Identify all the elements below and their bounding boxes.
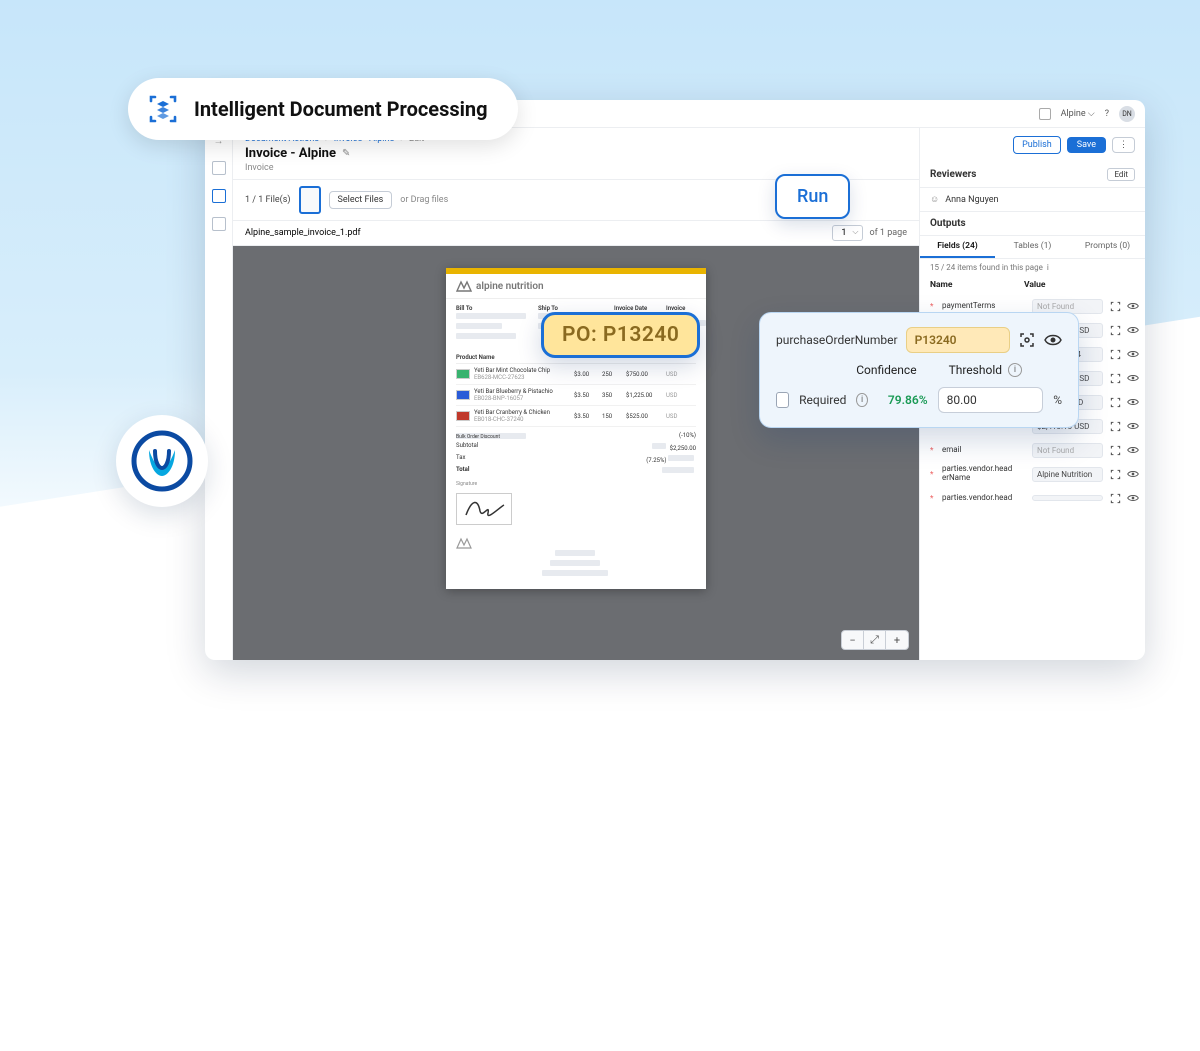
- reviewer-name: Anna Nguyen: [945, 195, 998, 205]
- threshold-input[interactable]: 80.00: [938, 387, 1044, 413]
- field-value-input[interactable]: P13240: [906, 327, 1010, 353]
- confidence-value: 79.86%: [888, 393, 928, 407]
- invoice-line: Yeti Bar Blueberry & PistachioEB028-BNP-…: [456, 385, 696, 406]
- invoice-line: Yeti Bar Mint Chocolate ChipEB628-MCC-27…: [456, 364, 696, 385]
- locate-icon[interactable]: [1109, 468, 1121, 480]
- locate-icon[interactable]: [1109, 396, 1121, 408]
- outputs-title: Outputs: [930, 218, 966, 229]
- zoom-controls: − ⤢ +: [841, 630, 909, 650]
- threshold-label: Threshold: [949, 363, 1002, 377]
- product-header: Product Name: [456, 354, 556, 361]
- invoice-date-label: Invoice Date: [614, 305, 656, 312]
- idp-icon: [146, 92, 180, 126]
- field-row: *parties.vendor.head: [920, 486, 1145, 510]
- signature-label: Signature: [446, 481, 706, 487]
- publish-button[interactable]: Publish: [1013, 136, 1061, 154]
- invoice-line: Yeti Bar Cranberry & ChickenEB018-CHC-37…: [456, 406, 696, 427]
- field-value[interactable]: Alpine Nutrition: [1032, 467, 1103, 482]
- file-thumbnail[interactable]: [299, 186, 321, 214]
- required-label: Required: [799, 393, 846, 407]
- locate-icon[interactable]: [1109, 348, 1121, 360]
- field-name: paymentTerms: [942, 302, 1026, 311]
- save-button[interactable]: Save: [1067, 137, 1106, 153]
- eye-icon[interactable]: [1127, 396, 1139, 408]
- eye-icon[interactable]: [1127, 348, 1139, 360]
- required-checkbox[interactable]: [776, 392, 789, 408]
- confidence-label: Confidence: [856, 363, 916, 377]
- extraction-card: purchaseOrderNumber P13240 Confidence Th…: [759, 312, 1079, 428]
- window-control-icon[interactable]: [1039, 108, 1051, 120]
- eye-icon[interactable]: [1127, 444, 1139, 456]
- vendor-logo-icon: [456, 280, 472, 292]
- ship-to-label: Ship To: [538, 305, 604, 312]
- threshold-info-icon[interactable]: i: [1008, 363, 1022, 377]
- locate-icon[interactable]: [1109, 492, 1121, 504]
- locate-icon[interactable]: [1109, 300, 1121, 312]
- idp-title: Intelligent Document Processing: [194, 97, 488, 121]
- percent-suffix: %: [1053, 393, 1062, 407]
- field-value[interactable]: [1032, 495, 1103, 501]
- run-button[interactable]: Run: [775, 174, 850, 219]
- locate-icon[interactable]: [1109, 444, 1121, 456]
- required-info-icon[interactable]: i: [856, 393, 868, 407]
- rail-item-2[interactable]: [212, 189, 226, 203]
- tab-prompts[interactable]: Prompts (0): [1070, 236, 1145, 258]
- scan-icon[interactable]: [1018, 331, 1036, 349]
- page-select[interactable]: 1: [832, 225, 863, 241]
- eye-icon[interactable]: [1127, 468, 1139, 480]
- reviewers-title: Reviewers: [930, 169, 976, 180]
- signature-box: [456, 493, 512, 525]
- avatar[interactable]: DN: [1119, 106, 1135, 122]
- field-row: *parties.vendor.head erNameAlpine Nutrit…: [920, 462, 1145, 486]
- drag-hint: or Drag files: [400, 195, 448, 205]
- page-title: Invoice - Alpine: [245, 146, 336, 161]
- eye-icon[interactable]: [1127, 372, 1139, 384]
- vendor-name: alpine nutrition: [476, 281, 544, 292]
- document-viewer: alpine nutrition Bill To Ship To: [233, 246, 919, 660]
- edit-title-icon[interactable]: ✎: [342, 148, 350, 159]
- field-value[interactable]: Not Found: [1032, 443, 1103, 458]
- field-name: email: [942, 446, 1026, 455]
- field-name: parties.vendor.head: [942, 494, 1026, 503]
- open-file-tab[interactable]: Alpine_sample_invoice_1.pdf: [245, 228, 361, 238]
- eye-icon[interactable]: [1127, 492, 1139, 504]
- zoom-out-button[interactable]: −: [842, 631, 864, 649]
- rail-item-1[interactable]: [212, 161, 226, 175]
- visibility-icon[interactable]: [1044, 331, 1062, 349]
- eye-icon[interactable]: [1127, 300, 1139, 312]
- locate-icon[interactable]: [1109, 372, 1121, 384]
- file-counter: 1 / 1 File(s): [245, 195, 291, 205]
- help-icon[interactable]: ?: [1105, 109, 1109, 119]
- account-switcher[interactable]: Alpine ⌵: [1061, 109, 1095, 119]
- left-rail: →: [205, 128, 233, 660]
- edit-reviewers-button[interactable]: Edit: [1107, 168, 1135, 181]
- zoom-fit-button[interactable]: ⤢: [864, 631, 886, 649]
- col-name: Name: [930, 280, 1024, 290]
- idp-chip: Intelligent Document Processing: [128, 78, 518, 140]
- field-key: purchaseOrderNumber: [776, 333, 898, 347]
- person-icon: ☺: [930, 194, 939, 205]
- outputs-tabs: Fields (24) Tables (1) Prompts (0): [920, 236, 1145, 259]
- eye-icon[interactable]: [1127, 324, 1139, 336]
- found-count: 15 / 24 items found in this page: [930, 263, 1043, 272]
- locate-icon[interactable]: [1109, 420, 1121, 432]
- rail-item-3[interactable]: [212, 217, 226, 231]
- zoom-in-button[interactable]: +: [886, 631, 908, 649]
- po-highlight: PO: P13240: [541, 312, 700, 358]
- bill-to-label: Bill To: [456, 305, 528, 312]
- locate-icon[interactable]: [1109, 324, 1121, 336]
- tab-tables[interactable]: Tables (1): [995, 236, 1070, 258]
- more-actions-button[interactable]: ⋮: [1112, 137, 1135, 153]
- field-name: parties.vendor.head erName: [942, 465, 1026, 483]
- eye-icon[interactable]: [1127, 420, 1139, 432]
- mulesoft-badge: [116, 415, 208, 507]
- viewer-tabstrip: Alpine_sample_invoice_1.pdf 1 of 1 page: [233, 220, 919, 246]
- field-row: *emailNot Found: [920, 438, 1145, 462]
- page-of: of 1 page: [869, 228, 907, 238]
- col-value: Value: [1024, 280, 1046, 290]
- tab-fields[interactable]: Fields (24): [920, 236, 995, 258]
- info-icon[interactable]: i: [1047, 263, 1049, 272]
- select-files-button[interactable]: Select Files: [329, 191, 393, 209]
- pager: 1 of 1 page: [832, 225, 907, 241]
